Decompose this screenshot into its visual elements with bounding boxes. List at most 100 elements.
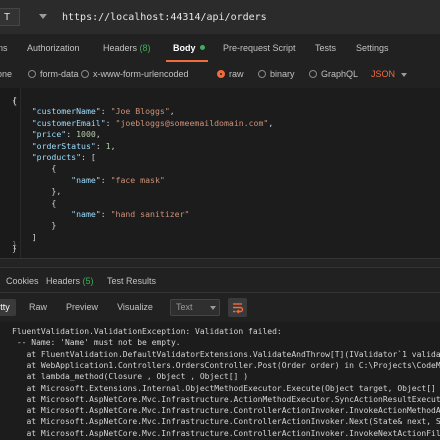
code-token: ] bbox=[12, 231, 37, 242]
tab-headers[interactable]: Headers (8) bbox=[103, 43, 151, 53]
http-method-select[interactable]: T bbox=[0, 8, 20, 26]
request-url-input[interactable]: https://localhost:44314/api/orders bbox=[62, 12, 267, 23]
code-token: "products" bbox=[12, 152, 82, 162]
radio-none-label: one bbox=[0, 69, 13, 79]
code-token: "joebloggs@someemaildomain.com" bbox=[115, 117, 269, 128]
radio-binary-label: binary bbox=[270, 69, 295, 79]
radio-raw-label: raw bbox=[229, 69, 244, 79]
response-line: at Microsoft.AspNetCore.Mvc.Infrastructu… bbox=[12, 406, 440, 416]
tab-body-label: Body bbox=[173, 43, 196, 53]
code-token: , bbox=[110, 140, 116, 151]
radio-circle-icon bbox=[81, 70, 89, 78]
tab-pre-request-script[interactable]: Pre-request Script bbox=[223, 43, 296, 53]
chevron-down-icon[interactable] bbox=[210, 306, 216, 310]
response-line: at FluentValidation.DefaultValidatorExte… bbox=[12, 349, 440, 359]
code-token: }, bbox=[12, 186, 62, 197]
code-line: } bbox=[12, 243, 17, 253]
response-line: at Microsoft.AspNetCore.Mvc.Infrastructu… bbox=[12, 417, 440, 427]
radio-form-data[interactable]: form-data bbox=[28, 69, 79, 79]
pane-divider[interactable] bbox=[0, 258, 440, 268]
code-token: "customerName" bbox=[12, 106, 101, 117]
code-line: "price": 1000, bbox=[12, 129, 101, 139]
code-line: "name": "hand sanitizer" bbox=[12, 209, 189, 219]
code-token: } bbox=[12, 243, 17, 254]
tab-cookies[interactable]: Cookies bbox=[6, 276, 39, 286]
response-line: at lambda_method(Closure , Object , Obje… bbox=[12, 372, 249, 382]
code-token: : bbox=[105, 117, 116, 128]
request-tabs: ns Authorization Headers (8) Body Pre-re… bbox=[0, 34, 440, 63]
code-token: : bbox=[100, 174, 111, 185]
code-token: "customerEmail" bbox=[12, 117, 106, 128]
view-visualize-button[interactable]: Visualize bbox=[115, 299, 155, 316]
response-line: FluentValidation.ValidationException: Va… bbox=[12, 327, 282, 336]
request-url-bar: T https://localhost:44314/api/orders bbox=[0, 0, 440, 34]
tab-response-headers-count: (5) bbox=[82, 276, 94, 286]
code-line: { bbox=[12, 198, 56, 208]
body-type-options: one form-data x-www-form-urlencoded raw … bbox=[0, 62, 440, 86]
response-tabs: Cookies Headers (5) Test Results bbox=[0, 268, 440, 294]
code-token: "hand sanitizer" bbox=[110, 209, 190, 219]
code-line: "name": "face mask" bbox=[12, 175, 165, 185]
wrap-lines-icon bbox=[233, 303, 244, 314]
radio-binary[interactable]: binary bbox=[258, 69, 295, 79]
radio-selected-icon bbox=[217, 70, 225, 78]
code-token: "name" bbox=[12, 209, 101, 219]
code-token: "name" bbox=[12, 174, 101, 185]
radio-circle-icon bbox=[309, 70, 317, 78]
tab-settings[interactable]: Settings bbox=[356, 43, 389, 53]
tab-body[interactable]: Body bbox=[173, 43, 205, 53]
tab-headers-label: Headers bbox=[103, 43, 138, 53]
wrap-lines-button[interactable] bbox=[228, 298, 247, 317]
code-token: "face mask" bbox=[110, 174, 165, 185]
code-token: , bbox=[169, 106, 175, 117]
tab-response-headers[interactable]: Headers (5) bbox=[46, 276, 94, 286]
code-token: "orderStatus" bbox=[12, 140, 96, 151]
divider bbox=[0, 292, 440, 293]
radio-x-www-form-urlencoded[interactable]: x-www-form-urlencoded bbox=[81, 69, 189, 79]
response-line: at Microsoft.AspNetCore.Mvc.Infrastructu… bbox=[12, 394, 440, 404]
radio-none[interactable]: one bbox=[0, 69, 12, 79]
code-line: { bbox=[12, 163, 56, 173]
code-token: , bbox=[95, 129, 101, 140]
format-select[interactable]: JSON bbox=[371, 69, 395, 79]
chevron-down-icon[interactable] bbox=[401, 73, 407, 77]
radio-graphql-label: GraphQL bbox=[321, 69, 359, 79]
radio-form-data-label: form-data bbox=[40, 69, 79, 79]
code-token: : [ bbox=[81, 152, 96, 162]
code-token: { bbox=[12, 197, 57, 208]
code-line: }, bbox=[12, 186, 61, 196]
tab-authorization[interactable]: Authorization bbox=[27, 43, 80, 53]
view-raw-button[interactable]: Raw bbox=[26, 299, 50, 316]
response-line: at Microsoft.Extensions.Internal.ObjectM… bbox=[12, 383, 440, 393]
radio-raw[interactable]: raw bbox=[217, 69, 244, 79]
response-line: at WebApplication1.Controllers.OrdersCon… bbox=[12, 360, 440, 370]
response-body[interactable]: FluentValidation.ValidationException: Va… bbox=[0, 322, 440, 440]
code-token: "price" bbox=[12, 129, 67, 140]
response-line: -- Name: 'Name' must not be empty. bbox=[12, 338, 181, 348]
radio-graphql[interactable]: GraphQL bbox=[309, 69, 358, 79]
modified-dot-icon bbox=[199, 45, 205, 50]
code-token: { bbox=[12, 163, 57, 174]
code-line: ] bbox=[12, 232, 37, 242]
tab-tests[interactable]: Tests bbox=[315, 43, 336, 53]
view-pretty-button[interactable]: tty bbox=[0, 299, 16, 316]
view-preview-button[interactable]: Preview bbox=[64, 299, 100, 316]
response-line: at Microsoft.AspNetCore.Mvc.Infrastructu… bbox=[12, 428, 440, 438]
code-line: "orderStatus": 1, bbox=[12, 141, 116, 151]
tab-test-results[interactable]: Test Results bbox=[107, 276, 156, 286]
chevron-down-icon[interactable] bbox=[39, 14, 47, 19]
code-line: "products": [ bbox=[12, 152, 96, 162]
tab-headers-count: (8) bbox=[139, 43, 151, 53]
code-line: } bbox=[12, 220, 56, 230]
tab-response-headers-label: Headers bbox=[46, 276, 81, 286]
tab-params[interactable]: ns bbox=[0, 43, 8, 53]
code-token: : bbox=[66, 129, 77, 140]
code-token: : bbox=[95, 140, 106, 151]
code-token: } bbox=[12, 220, 57, 231]
radio-circle-icon bbox=[28, 70, 36, 78]
code-token: : bbox=[100, 209, 111, 219]
http-method-label: T bbox=[4, 12, 11, 23]
radio-circle-icon bbox=[258, 70, 266, 78]
request-body-editor[interactable]: { } { "customerName": "Joe Bloggs", "cus… bbox=[0, 88, 440, 258]
code-token: { bbox=[12, 95, 17, 105]
